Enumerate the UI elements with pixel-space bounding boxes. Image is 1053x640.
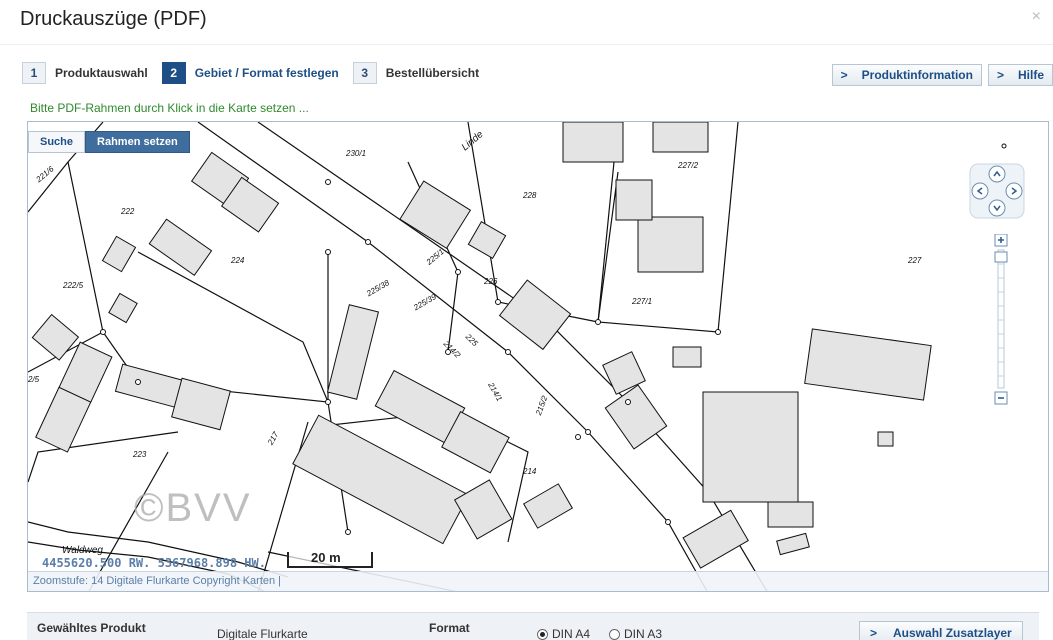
hilfe-button[interactable]: > Hilfe [987, 64, 1053, 86]
zoom-handle [994, 251, 1008, 263]
step-number: 1 [22, 62, 46, 84]
parcel-label: 227 [907, 256, 922, 265]
parcel-label: 226 [483, 277, 498, 286]
step-label: Bestellübersicht [385, 66, 480, 80]
building [604, 384, 668, 450]
building [672, 346, 702, 368]
building [615, 179, 653, 221]
building [522, 483, 574, 529]
parcel-label: 225/38 [364, 278, 391, 299]
dialog-title: Druckauszüge (PDF) [20, 8, 207, 30]
parcel-label: 224 [230, 256, 245, 265]
format-label: Format [429, 621, 470, 635]
chevron-right-icon: > [870, 626, 878, 640]
building [498, 279, 572, 351]
building [108, 292, 138, 324]
parcel-label: 215/2 [534, 394, 550, 417]
step-produktauswahl[interactable]: 1 Produktauswahl [22, 62, 148, 84]
map-view[interactable]: 230/1 227/2 228 227 222 224 226 227/1 22… [27, 121, 1049, 592]
parcel-label: 225 [463, 332, 480, 349]
parcel-label: 222/5 [62, 281, 84, 290]
header-divider [0, 44, 1053, 45]
step-bestelluebersicht[interactable]: 3 Bestellübersicht [352, 62, 480, 84]
format-option-a4[interactable]: DIN A4 [537, 627, 590, 640]
building [326, 304, 380, 400]
parcel-label: 214 [522, 467, 537, 476]
pan-left-icon[interactable] [971, 182, 989, 200]
map-tool-tabs: Suche Rahmen setzen [28, 131, 190, 153]
step-gebiet-format[interactable]: 2 Gebiet / Format festlegen [161, 62, 339, 84]
scale-label: 20 m [311, 550, 341, 565]
selection-summary: Gewähltes Produkt Digitale Flurkarte For… [27, 612, 1039, 640]
parcel-label: 214/1 [486, 380, 504, 403]
parcel-label: 230/1 [345, 149, 366, 158]
button-label: Hilfe [1017, 68, 1044, 82]
pan-down-icon[interactable] [988, 199, 1006, 217]
parcel-label: 227/1 [631, 297, 652, 306]
mouse-coordinates: 4455620.500 RW. 5367968.898 HW. [42, 556, 266, 570]
building [652, 122, 709, 153]
building [767, 501, 814, 528]
building [114, 363, 187, 409]
building [31, 313, 80, 361]
scale-bar: 20 m [287, 550, 373, 568]
building [467, 221, 507, 259]
pan-up-icon[interactable] [988, 165, 1006, 183]
building [101, 235, 137, 273]
building [171, 377, 231, 431]
pan-control [969, 163, 1025, 219]
close-icon[interactable]: × [1032, 8, 1041, 26]
step-label: Produktauswahl [55, 66, 148, 80]
zoom-slider[interactable] [994, 234, 1008, 406]
building [702, 391, 799, 503]
product-label: Gewähltes Produkt [37, 621, 146, 635]
auswahl-zusatzlayer-button[interactable]: > Auswahl Zusatzlayer [859, 621, 1023, 640]
pan-right-icon[interactable] [1005, 182, 1023, 200]
top-buttons: > Produktinformation > Hilfe [826, 64, 1053, 86]
street-label: Waldweg [62, 545, 103, 556]
radio-unselected-icon [609, 628, 620, 640]
building [682, 509, 749, 569]
chevron-right-icon: > [840, 68, 848, 82]
parcel-label: 225/39 [411, 292, 438, 313]
tab-rahmen-setzen[interactable]: Rahmen setzen [85, 131, 190, 153]
tab-suche[interactable]: Suche [28, 131, 86, 153]
building [877, 431, 894, 447]
step-navigation: 1 Produktauswahl 2 Gebiet / Format festl… [22, 62, 493, 84]
parcel-label: 225/1 [424, 247, 446, 267]
building [453, 479, 513, 540]
building [804, 328, 932, 401]
chevron-right-icon: > [996, 68, 1004, 82]
radio-label: DIN A3 [624, 627, 663, 640]
building [399, 180, 472, 250]
parcel-label: 228 [522, 191, 537, 200]
parcel-label: 222 [120, 207, 135, 216]
radio-label: DIN A4 [552, 627, 591, 640]
building [562, 122, 624, 163]
step-label: Gebiet / Format festlegen [194, 66, 339, 80]
step-number: 2 [161, 62, 186, 84]
parcel-label: 2/5 [28, 375, 40, 384]
button-label: Produktinformation [861, 68, 973, 82]
parcel-label: 217 [265, 430, 280, 447]
copyright-watermark: ©BVV [134, 486, 252, 530]
produktinformation-button[interactable]: > Produktinformation [831, 64, 982, 86]
map-status-bar: Zoomstufe: 14 Digitale Flurkarte Copyrig… [28, 571, 1048, 591]
format-option-a3[interactable]: DIN A3 [609, 627, 662, 640]
parcel-label: 223 [132, 450, 147, 459]
instruction-hint: Bitte PDF-Rahmen durch Klick in die Kart… [30, 101, 309, 115]
radio-selected-icon [537, 628, 548, 640]
building [148, 218, 213, 277]
step-number: 3 [352, 62, 377, 84]
product-value: Digitale Flurkarte [217, 627, 308, 640]
building [637, 216, 704, 273]
parcel-label: 227/2 [677, 161, 699, 170]
button-label: Auswahl Zusatzlayer [893, 626, 1012, 640]
building [776, 532, 810, 556]
parcel-label: 214/2 [441, 339, 463, 361]
